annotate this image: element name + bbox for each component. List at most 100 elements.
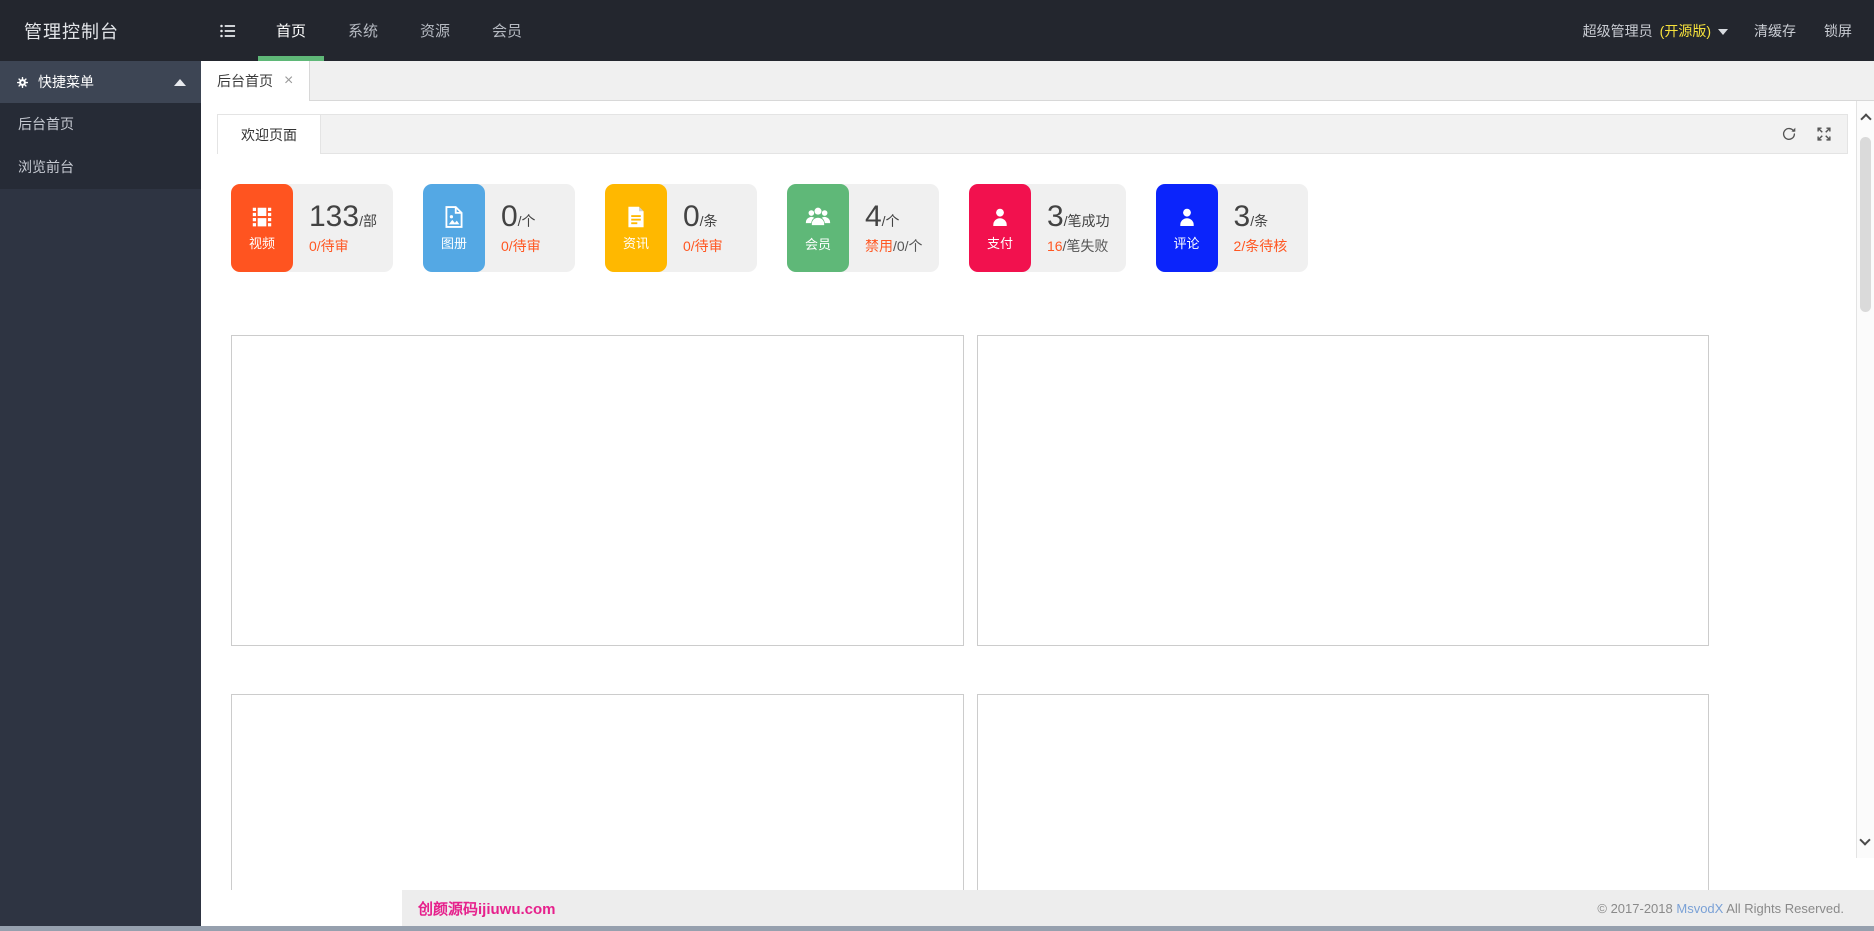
- chart-grid: [231, 335, 1856, 890]
- users-icon: [804, 203, 832, 231]
- stat-card-label: 评论: [1173, 236, 1200, 251]
- scroll-thumb[interactable]: [1860, 137, 1871, 312]
- stat-sub-value: 0/待审: [683, 236, 741, 256]
- lock-screen-button[interactable]: 锁屏: [1810, 21, 1866, 41]
- stat-icon-block: 会员: [786, 184, 849, 272]
- stat-main-value: 3/条: [1234, 200, 1292, 233]
- tab-backend-home[interactable]: 后台首页 ×: [201, 61, 311, 101]
- stat-icon-block: 支付: [968, 184, 1031, 272]
- hamburger-icon[interactable]: [201, 0, 255, 61]
- stat-card-label: 视频: [248, 236, 275, 251]
- user-menu[interactable]: 超级管理员 (开源版): [1571, 21, 1740, 41]
- fullscreen-icon[interactable]: [1815, 125, 1833, 143]
- stat-value-block: 4/个禁用/0/个: [839, 184, 939, 272]
- refresh-icon[interactable]: [1780, 125, 1798, 143]
- stat-main-value: 3/笔成功: [1047, 200, 1110, 233]
- scroll-down-icon[interactable]: [1859, 834, 1871, 846]
- stat-sub-part: 0/待审: [309, 238, 349, 254]
- footer: 创颜源码ijiuwu.com © 2017-2018 MsvodX All Ri…: [402, 890, 1874, 926]
- content-area: 欢迎页面 视频 133/部 0/待审 图册 0/个 0/待审 资讯 0/条 0/…: [201, 101, 1856, 890]
- stat-value-block: 3/条 2/条待核: [1208, 184, 1308, 272]
- panel-toolbar: [1780, 115, 1847, 153]
- caret-down-icon: [1718, 28, 1728, 35]
- topbar: 管理控制台 首页 系统 资源 会员 超级管理员 (开源版) 清缓存 锁屏: [0, 0, 1874, 61]
- stat-card-member: 会员 4/个 禁用/0/个: [786, 184, 939, 272]
- stat-card-payment: 支付 3/笔成功 16/笔失败: [968, 184, 1126, 272]
- user-icon: [1174, 204, 1200, 230]
- sidebar-item-backend-home[interactable]: 后台首页: [0, 103, 201, 146]
- copyright-prefix: © 2017-2018: [1597, 900, 1677, 916]
- stat-number: 3: [1046, 200, 1064, 233]
- sidebar-menu: 后台首页 浏览前台: [0, 103, 201, 189]
- stat-value-block: 133/部 0/待审: [284, 184, 393, 272]
- welcome-tab-strip: 欢迎页面: [217, 114, 1848, 154]
- doc-icon: [623, 204, 649, 230]
- stat-sub-part: 16: [1046, 238, 1063, 254]
- scroll-up-icon[interactable]: [1859, 113, 1872, 125]
- stat-number: 0: [682, 200, 700, 233]
- copyright-suffix: All Rights Reserved.: [1723, 900, 1844, 916]
- footer-site-link[interactable]: 创颜源码ijiuwu.com: [418, 898, 556, 919]
- stat-icon-block: 资讯: [604, 184, 667, 272]
- stat-sub-part: /笔失败: [1062, 238, 1109, 254]
- clear-cache-button[interactable]: 清缓存: [1740, 21, 1810, 41]
- stat-value-block: 3/笔成功 16/笔失败: [1021, 184, 1126, 272]
- chart-placeholder: [977, 694, 1709, 890]
- stat-sub-part: 禁用: [864, 238, 893, 254]
- content-scrollbar[interactable]: [1856, 101, 1874, 858]
- chart-placeholder: [231, 694, 964, 890]
- gear-icon: [15, 75, 30, 90]
- stat-card-video: 视频 133/部 0/待审: [231, 184, 393, 272]
- main-area: 后台首页 × 欢迎页面 视频 133/部 0/待审 图册 0/个 0/待审 资讯…: [201, 61, 1874, 931]
- stat-icon-block: 视频: [231, 184, 293, 272]
- sidebar: 快捷菜单 后台首页 浏览前台: [0, 61, 201, 931]
- stat-main-value: 0/个: [501, 200, 559, 233]
- stat-sub-value: 禁用/0/个: [865, 236, 923, 256]
- stat-main-value: 4/个: [865, 200, 923, 233]
- brand-title: 管理控制台: [24, 21, 119, 42]
- stat-value-block: 0/条 0/待审: [657, 184, 757, 272]
- stat-card-label: 资讯: [622, 236, 649, 251]
- stat-main-value: 0/条: [683, 200, 741, 233]
- chart-placeholder: [977, 335, 1709, 646]
- stat-number: 133: [309, 200, 360, 233]
- stat-unit: /笔成功: [1063, 213, 1110, 229]
- stat-sub-part: 0/待审: [682, 238, 723, 254]
- stat-sub-part: 0/待审: [500, 238, 541, 254]
- stat-card-news: 资讯 0/条 0/待审: [604, 184, 757, 272]
- stat-sub-value: 0/待审: [309, 236, 377, 256]
- stat-sub-part: /0/个: [892, 238, 923, 254]
- nav-item-resources[interactable]: 资源: [399, 0, 471, 61]
- stat-sub-value: 2/条待核: [1234, 236, 1292, 256]
- stat-number: 4: [864, 200, 882, 233]
- stat-unit: /条: [1250, 213, 1269, 229]
- brand-link[interactable]: MsvodX: [1676, 901, 1723, 916]
- chart-placeholder: [231, 335, 964, 646]
- nav-item-members[interactable]: 会员: [471, 0, 543, 61]
- sidebar-item-view-frontend[interactable]: 浏览前台: [0, 146, 201, 189]
- caret-up-icon: [174, 78, 186, 86]
- stat-card-label: 图册: [440, 236, 467, 251]
- copyright: © 2017-2018 MsvodX All Rights Reserved.: [1597, 901, 1858, 916]
- quick-menu-title: 快捷菜单: [38, 74, 94, 90]
- tab-label: 后台首页: [217, 73, 273, 89]
- nav-item-home[interactable]: 首页: [255, 0, 327, 61]
- image-icon: [441, 204, 467, 230]
- stat-unit: /条: [699, 213, 718, 229]
- stat-card-comment: 评论 3/条 2/条待核: [1155, 184, 1308, 272]
- stat-card-album: 图册 0/个 0/待审: [422, 184, 575, 272]
- quick-menu-header[interactable]: 快捷菜单: [0, 61, 201, 103]
- stat-cards-row: 视频 133/部 0/待审 图册 0/个 0/待审 资讯 0/条 0/待审 会员 4/个 禁用/0/个…: [231, 184, 1856, 272]
- topbar-right: 超级管理员 (开源版) 清缓存 锁屏: [1571, 0, 1874, 61]
- stat-sub-value: 0/待审: [501, 236, 559, 256]
- stat-sub-value: 16/笔失败: [1047, 236, 1110, 256]
- stat-icon-block: 图册: [422, 184, 485, 272]
- stat-number: 0: [500, 200, 518, 233]
- nav-item-system[interactable]: 系统: [327, 0, 399, 61]
- user-name: 超级管理员: [1582, 22, 1653, 39]
- tab-welcome-page[interactable]: 欢迎页面: [217, 114, 321, 154]
- close-icon[interactable]: ×: [284, 73, 293, 89]
- stat-number: 3: [1233, 200, 1251, 233]
- top-navigation: 首页 系统 资源 会员: [255, 0, 543, 61]
- stat-unit: /个: [881, 213, 900, 229]
